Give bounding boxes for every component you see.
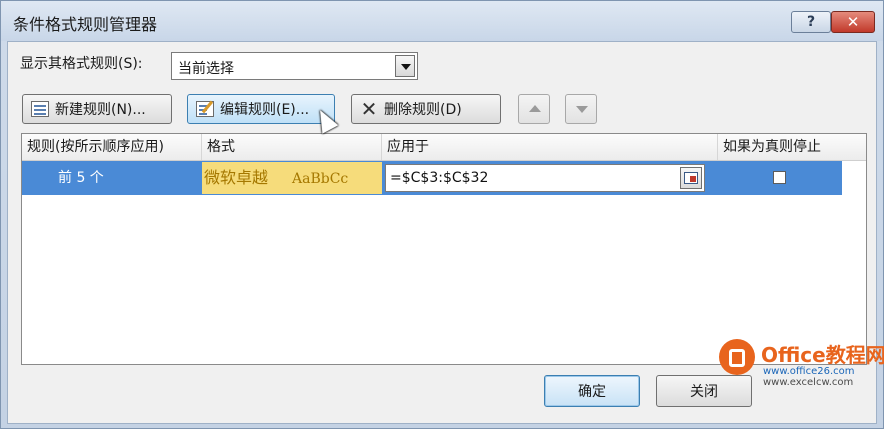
watermark: Office教程网 www.office26.com www.excelcw.c… (719, 337, 884, 388)
close-window-button[interactable]: ✕ (831, 11, 875, 33)
delete-rule-button[interactable]: ✕ 删除规则(D) (351, 94, 501, 124)
applies-to-field[interactable]: =$C$3:$C$32 (385, 164, 705, 192)
column-header-rule[interactable]: 规则(按所示顺序应用) (22, 134, 202, 160)
format-preview: 微软卓越 AaBbCc (202, 162, 382, 194)
office-logo-icon (719, 339, 755, 375)
column-header-applies-to[interactable]: 应用于 (382, 134, 718, 160)
title-bar: 条件格式规则管理器 ? ✕ (1, 1, 883, 41)
chevron-down-icon[interactable] (395, 55, 415, 77)
column-header-stop-if-true[interactable]: 如果为真则停止 (718, 134, 846, 160)
range-select-icon[interactable] (680, 167, 702, 189)
delete-rule-label: 删除规则(D) (384, 102, 462, 118)
show-rules-label: 显示其格式规则(S): (20, 56, 143, 72)
column-header-format[interactable]: 格式 (202, 134, 382, 160)
show-rules-value: 当前选择 (178, 61, 234, 77)
table-header: 规则(按所示顺序应用) 格式 应用于 如果为真则停止 (22, 134, 866, 161)
move-down-button[interactable] (565, 94, 597, 124)
rules-manager-dialog: 条件格式规则管理器 ? ✕ 显示其格式规则(S): 当前选择 新建规则(N)..… (0, 0, 884, 429)
watermark-url-1: www.office26.com (763, 366, 855, 377)
watermark-name: Office教程网 (761, 343, 884, 367)
watermark-url-2: www.excelcw.com (763, 377, 854, 388)
arrow-up-icon (529, 105, 541, 112)
ok-button[interactable]: 确定 (544, 375, 640, 407)
format-preview-sample: AaBbCc (292, 171, 349, 187)
show-rules-select[interactable]: 当前选择 (171, 52, 418, 80)
applies-to-value: =$C$3:$C$32 (390, 170, 489, 186)
delete-icon: ✕ (360, 97, 378, 121)
rules-table: 规则(按所示顺序应用) 格式 应用于 如果为真则停止 前 5 个 微软卓越 AaB… (21, 133, 867, 365)
dialog-title: 条件格式规则管理器 (13, 15, 158, 34)
edit-rule-icon (196, 101, 214, 117)
move-up-button[interactable] (518, 94, 550, 124)
new-rule-label: 新建规则(N)... (55, 102, 146, 118)
stop-if-true-checkbox[interactable] (773, 171, 786, 184)
rule-description: 前 5 个 (58, 170, 104, 186)
table-row[interactable]: 前 5 个 微软卓越 AaBbCc =$C$3:$C$32 (22, 161, 842, 195)
new-rule-button[interactable]: 新建规则(N)... (22, 94, 172, 124)
arrow-down-icon (576, 106, 588, 113)
edit-rule-label: 编辑规则(E)... (220, 102, 310, 118)
edit-rule-button[interactable]: 编辑规则(E)... (187, 94, 335, 124)
new-rule-icon (31, 101, 49, 117)
format-preview-text: 微软卓越 (204, 168, 269, 187)
help-button[interactable]: ? (791, 11, 831, 33)
